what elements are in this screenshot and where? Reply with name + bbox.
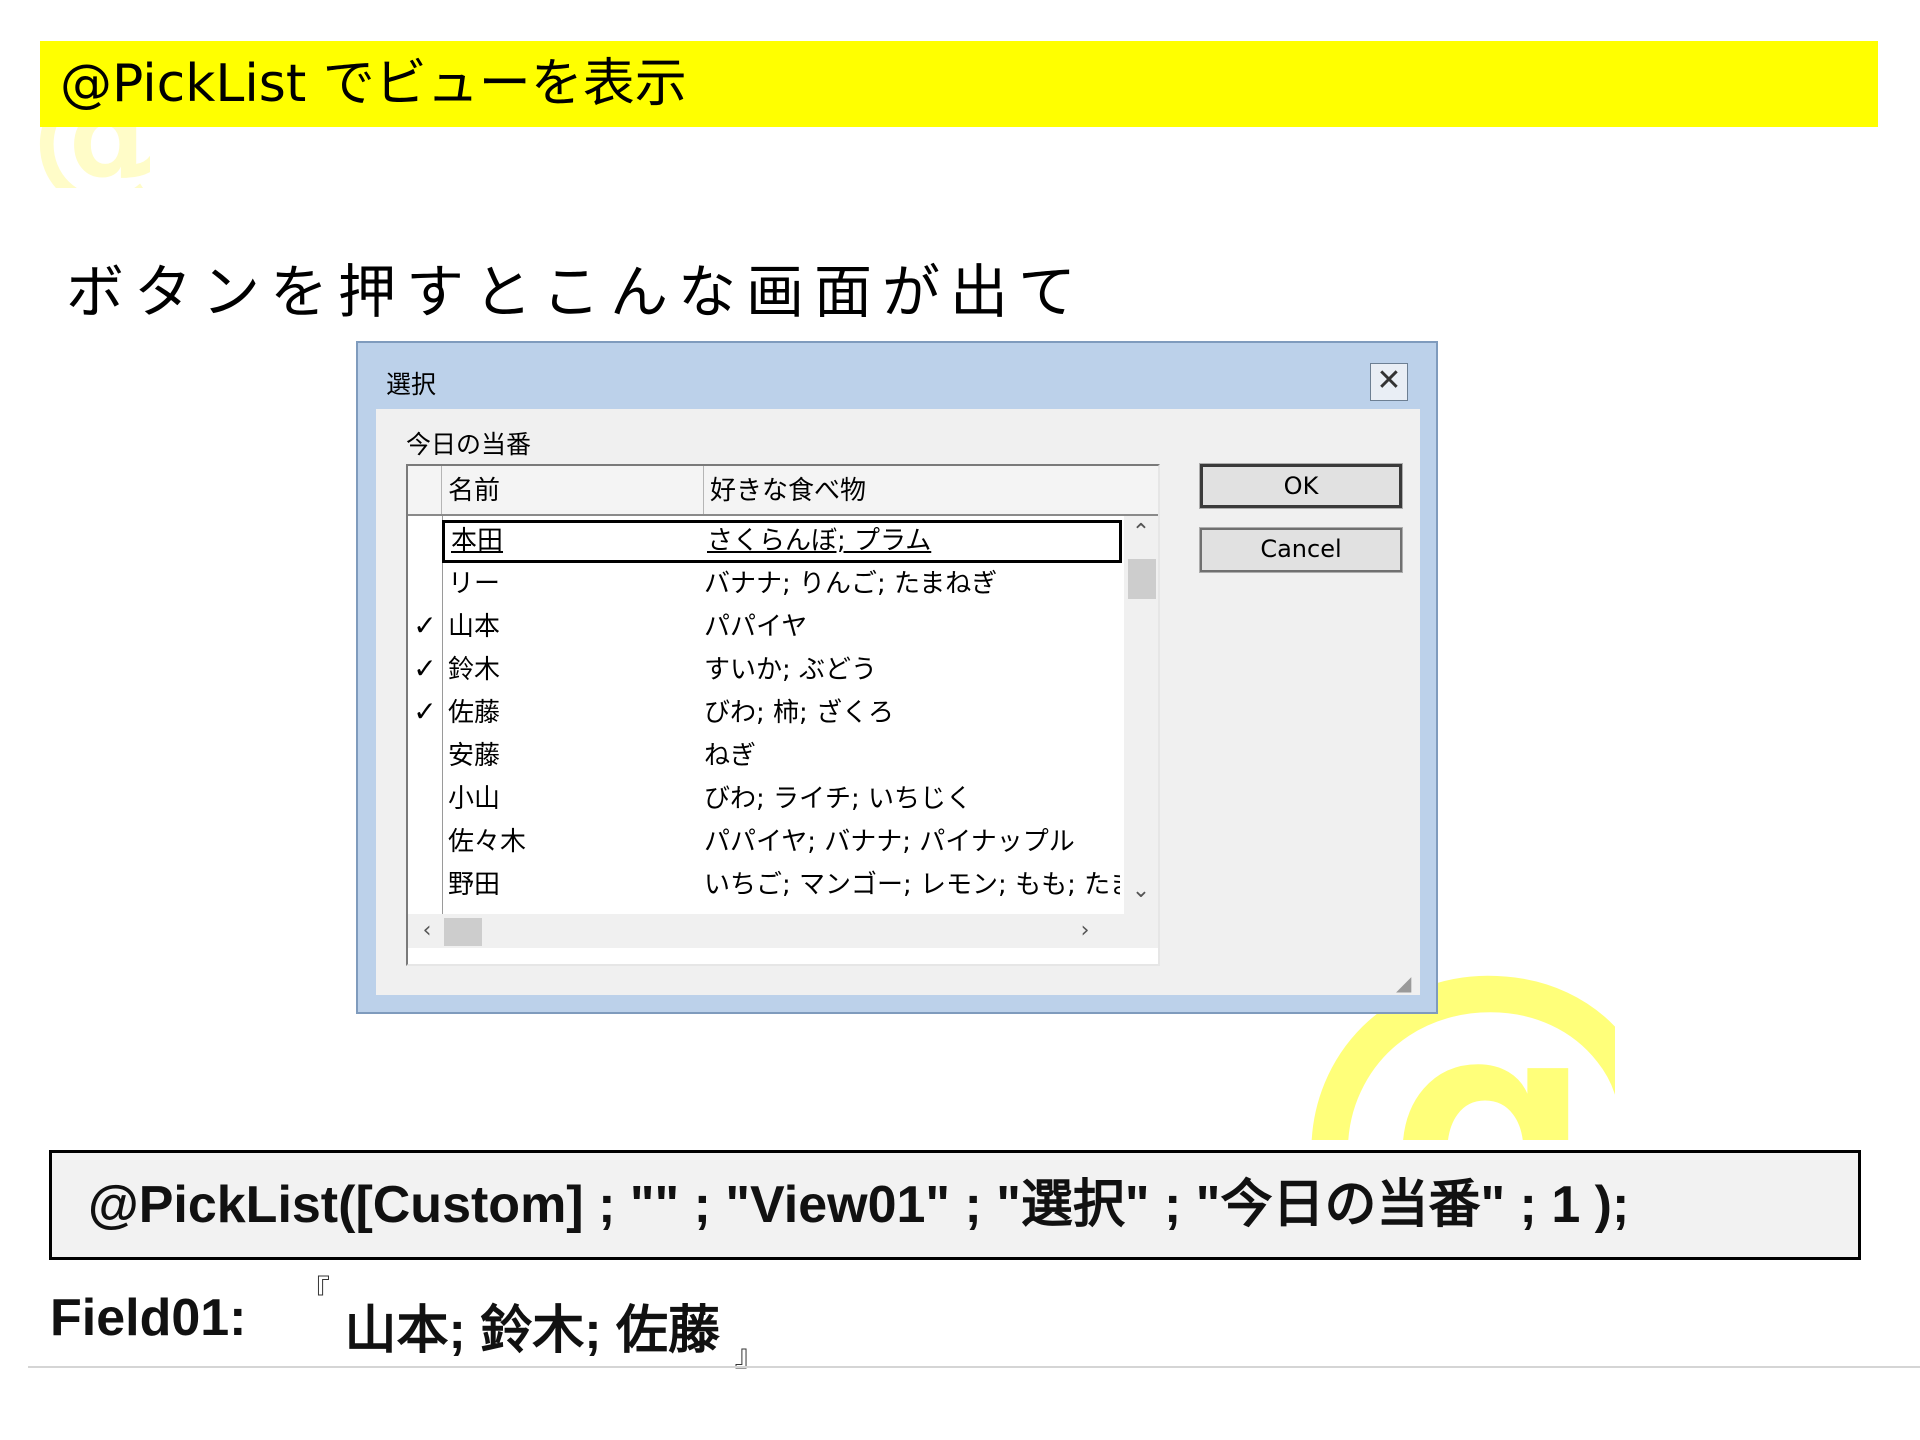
picklist-view[interactable]: 名前 好きな食べ物 本田 さくらんぼ; プラム リー バナナ; りんご; たまねぎ ✓ 山… bbox=[406, 464, 1160, 966]
close-bracket: 』 bbox=[734, 1339, 765, 1374]
picklist-dialog: 選択 ✕ 今日の当番 名前 好きな食べ物 本田 さくらんぼ; プラムリー バナナ; … bbox=[356, 341, 1438, 1014]
ok-button[interactable]: OK bbox=[1199, 463, 1403, 509]
column-header-food[interactable]: 好きな食べ物 bbox=[704, 466, 1158, 514]
scroll-down-icon[interactable]: ⌄ bbox=[1124, 878, 1158, 903]
row-name: 鈴木 bbox=[448, 655, 501, 685]
list-row[interactable]: 鈴木 すいか; ぶどう bbox=[442, 649, 1122, 692]
scroll-up-icon[interactable]: ⌃ bbox=[1124, 520, 1158, 545]
row-food: バナナ; りんご; たまねぎ bbox=[704, 569, 998, 599]
row-name: 山本 bbox=[448, 612, 501, 642]
formula-text: @PickList([Custom] ; "" ; "View01" ; "選択… bbox=[88, 1176, 1630, 1234]
check-mark-icon: ✓ bbox=[413, 652, 437, 685]
slide-subtitle: ボタンを押すとこんな画面が出て bbox=[66, 258, 1087, 326]
row-food: ねぎ bbox=[704, 741, 757, 771]
field-value: 山本; 鈴木; 佐藤 bbox=[344, 1302, 720, 1360]
close-icon: ✕ bbox=[1376, 363, 1402, 398]
dialog-client-area: 今日の当番 名前 好きな食べ物 本田 さくらんぼ; プラムリー バナナ; りんご; … bbox=[376, 409, 1420, 995]
column-header-name[interactable]: 名前 bbox=[442, 466, 704, 514]
row-food: びわ; 柿; ざくろ bbox=[704, 698, 895, 728]
field-result: 『 山本; 鈴木; 佐藤 』 bbox=[300, 1266, 764, 1374]
row-food: すいか; ぶどう bbox=[704, 655, 878, 685]
row-food: パパイヤ; バナナ; パイナップル bbox=[704, 827, 1075, 857]
row-name: 安藤 bbox=[448, 741, 501, 771]
row-name: 佐々木 bbox=[448, 827, 527, 857]
row-food: さくらんぼ; プラム bbox=[707, 526, 932, 556]
row-name: リー bbox=[448, 569, 501, 599]
list-row[interactable]: 安藤 ねぎ bbox=[442, 735, 1122, 778]
footer-divider bbox=[28, 1366, 1920, 1368]
horizontal-scroll-thumb[interactable] bbox=[444, 918, 482, 946]
close-button[interactable]: ✕ bbox=[1370, 363, 1408, 401]
check-mark-icon: ✓ bbox=[413, 695, 437, 728]
dialog-title: 選択 bbox=[386, 370, 437, 399]
field-label: Field01: bbox=[50, 1289, 247, 1347]
open-bracket: 『 bbox=[300, 1274, 330, 1309]
horizontal-scrollbar[interactable] bbox=[408, 914, 1158, 948]
list-row[interactable]: 佐々木 パパイヤ; バナナ; パイナップル bbox=[442, 821, 1122, 864]
list-caption: 今日の当番 bbox=[406, 430, 532, 459]
row-food: パパイヤ bbox=[704, 612, 808, 642]
cancel-button[interactable]: Cancel bbox=[1199, 527, 1403, 573]
list-row[interactable]: 佐藤 びわ; 柿; ざくろ bbox=[442, 692, 1122, 735]
column-header-check[interactable] bbox=[408, 466, 442, 514]
list-row[interactable]: 本田 さくらんぼ; プラム bbox=[442, 520, 1122, 563]
list-row[interactable]: リー バナナ; りんご; たまねぎ bbox=[442, 563, 1122, 606]
scroll-right-icon[interactable]: › bbox=[1068, 918, 1102, 943]
row-food: いちご; マンゴー; レモン; もも; たまねぎ bbox=[704, 870, 1120, 900]
row-name: 佐藤 bbox=[448, 698, 501, 728]
list-row[interactable]: 野田 いちご; マンゴー; レモン; もも; たまねぎ bbox=[442, 864, 1122, 907]
check-mark-icon: ✓ bbox=[413, 609, 437, 642]
slide-title: @PickList でビューを表示 bbox=[60, 54, 687, 114]
scroll-left-icon[interactable]: ‹ bbox=[410, 918, 444, 943]
row-name: 小山 bbox=[448, 784, 501, 814]
row-name: 野田 bbox=[448, 870, 501, 900]
row-name: 本田 bbox=[451, 526, 504, 556]
column-header-row: 名前 好きな食べ物 bbox=[408, 466, 1158, 516]
list-row[interactable]: 小山 びわ; ライチ; いちじく bbox=[442, 778, 1122, 821]
row-food: びわ; ライチ; いちじく bbox=[704, 784, 973, 814]
list-row[interactable]: 山本 パパイヤ bbox=[442, 606, 1122, 649]
vertical-scroll-thumb[interactable] bbox=[1128, 559, 1156, 599]
resize-grip-icon[interactable]: ◢ bbox=[1396, 971, 1418, 995]
